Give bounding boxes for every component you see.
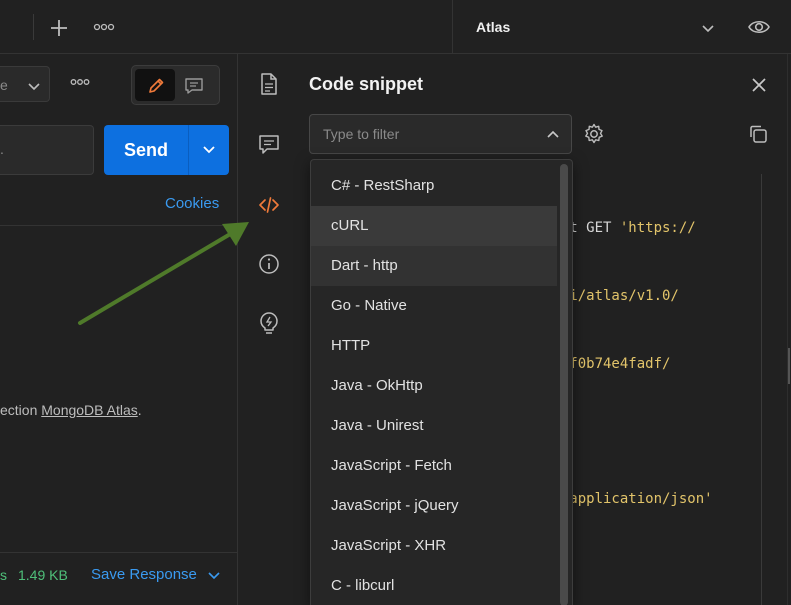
body-text-prefix: ection — [0, 402, 42, 418]
gear-icon[interactable] — [583, 123, 605, 145]
save-response-button[interactable]: Save Response — [91, 566, 197, 583]
code-line: uest GET 'https:// — [544, 220, 696, 237]
code-line: 778f0b74e4fadf/ — [544, 355, 671, 372]
send-divider — [188, 125, 189, 175]
comment-mode-button[interactable] — [184, 77, 204, 95]
language-option[interactable]: Java - OkHttp — [311, 366, 557, 406]
language-option-hovered[interactable]: Dart - http — [311, 246, 557, 286]
url-input[interactable]: . — [0, 125, 94, 175]
divider — [0, 552, 238, 553]
environment-separator — [452, 0, 453, 54]
more-horizontal-icon[interactable] — [93, 22, 115, 32]
dropdown-scrollbar[interactable] — [560, 164, 568, 605]
panel-title: Code snippet — [309, 74, 424, 94]
code-line: e: application/json' — [544, 491, 713, 508]
info-icon[interactable] — [258, 253, 280, 275]
comment-icon[interactable] — [258, 133, 280, 155]
method-label: e — [0, 77, 8, 93]
chevron-down-icon[interactable] — [700, 20, 716, 36]
language-option-selected[interactable]: cURL — [311, 206, 557, 246]
more-horizontal-icon[interactable] — [70, 77, 90, 87]
top-bar: Atlas — [0, 0, 791, 54]
close-icon[interactable] — [750, 76, 768, 94]
code-snippet-text[interactable]: uest GET 'https:// /api/atlas/v1.0/ 778f… — [544, 172, 764, 507]
language-option[interactable]: JavaScript - jQuery — [311, 486, 557, 526]
language-option[interactable]: JavaScript - Fetch — [311, 446, 557, 486]
plus-icon[interactable] — [49, 18, 69, 38]
lightbulb-icon[interactable] — [258, 312, 280, 336]
send-button[interactable]: Send — [104, 125, 229, 175]
language-option[interactable]: C# - RestSharp — [311, 166, 557, 206]
document-icon[interactable] — [258, 72, 280, 96]
tab-separator — [33, 14, 34, 40]
context-rail — [239, 54, 299, 605]
method-select[interactable]: e — [0, 66, 50, 102]
language-option[interactable]: Java - Unirest — [311, 406, 557, 446]
language-option[interactable]: Go - Native — [311, 286, 557, 326]
panel-edge — [787, 54, 788, 605]
divider — [0, 225, 238, 226]
status-fragment: s — [0, 567, 7, 583]
chevron-down-icon — [27, 79, 41, 93]
cookies-link[interactable]: Cookies — [165, 195, 219, 212]
copy-icon[interactable] — [748, 124, 768, 144]
language-dropdown: C# - RestSharp cURL Dart - http Go - Nat… — [310, 159, 573, 605]
view-mode-toggle — [131, 65, 220, 105]
response-size[interactable]: 1.49 KB — [18, 567, 68, 583]
chevron-down-icon[interactable] — [201, 143, 217, 157]
request-pane: e . Send Cookies ection MongoDB Atlas. s… — [0, 54, 238, 605]
resize-handle[interactable] — [788, 348, 790, 384]
mongodb-atlas-link[interactable]: MongoDB Atlas — [41, 402, 138, 418]
send-label[interactable]: Send — [104, 125, 188, 175]
chevron-down-icon[interactable] — [207, 568, 221, 582]
language-option[interactable]: HTTP — [311, 326, 557, 366]
url-input-text: . — [0, 141, 4, 157]
filter-placeholder: Type to filter — [323, 126, 400, 142]
chevron-up-icon[interactable] — [546, 128, 560, 142]
body-text-suffix: . — [137, 402, 142, 418]
edit-mode-button[interactable] — [135, 69, 175, 101]
language-option[interactable]: C - libcurl — [311, 566, 557, 605]
response-body-text: ection MongoDB Atlas. — [0, 402, 142, 418]
environment-selector[interactable]: Atlas — [476, 19, 510, 35]
code-line: /api/atlas/v1.0/ — [544, 287, 679, 304]
eye-icon[interactable] — [747, 16, 771, 38]
language-option[interactable]: JavaScript - XHR — [311, 526, 557, 566]
pencil-icon — [147, 77, 165, 95]
code-icon[interactable] — [258, 195, 280, 215]
language-filter-input[interactable]: Type to filter — [309, 114, 572, 154]
